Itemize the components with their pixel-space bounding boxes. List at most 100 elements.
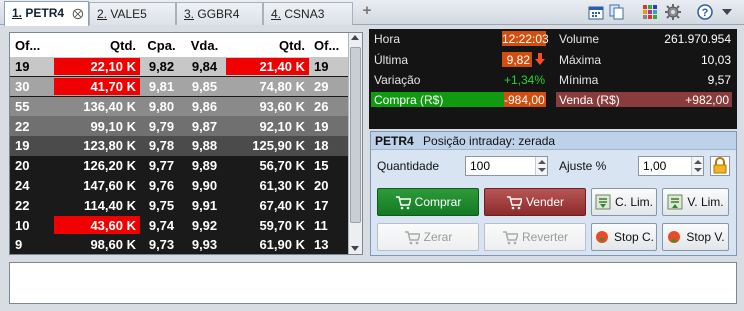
book-scrollbar[interactable] bbox=[348, 33, 362, 254]
book-cell-sell-price: 9,88 bbox=[191, 138, 218, 154]
quantity-stepper[interactable] bbox=[535, 157, 547, 175]
book-cell-buy-price: 9,78 bbox=[148, 138, 175, 154]
book-cell-qty-buy: 43,60 K bbox=[54, 216, 140, 234]
stop-buy-button[interactable]: Stop C. bbox=[591, 223, 657, 251]
scroll-thumb[interactable] bbox=[350, 47, 361, 223]
tab-label: CSNA3 bbox=[284, 7, 325, 21]
cart-icon bbox=[395, 194, 412, 210]
header-offers-sell[interactable]: Of... bbox=[309, 33, 349, 57]
copy-icon[interactable] bbox=[609, 4, 625, 20]
book-cell-qty-buy: 22,10 K bbox=[54, 58, 140, 76]
ajuste-input[interactable]: 1,00 bbox=[638, 156, 704, 176]
lock-icon[interactable] bbox=[710, 156, 730, 176]
book-cell-buy-price: 9,76 bbox=[148, 177, 175, 193]
book-cell-sell-price: 9,87 bbox=[191, 118, 218, 134]
tab-label: GGBR4 bbox=[197, 7, 240, 21]
header-offers-buy[interactable]: Of... bbox=[10, 33, 54, 57]
book-cell-sell-price: 9,93 bbox=[191, 237, 218, 253]
volume-value: 261.970.954 bbox=[664, 32, 731, 46]
grid-icon[interactable] bbox=[642, 4, 658, 20]
tab-petr4[interactable]: 1. PETR4 ⨂ bbox=[4, 1, 89, 26]
book-cell-offers-buy: 22 bbox=[15, 118, 30, 134]
book-cell-qty-buy: 41,70 K bbox=[54, 77, 140, 96]
book-cell-offers-buy: 19 bbox=[15, 138, 30, 154]
maxima-value: 10,03 bbox=[700, 53, 731, 67]
book-row[interactable]: 10 43,60 K 9,74 9,92 59,70 K 11 bbox=[10, 215, 349, 235]
book-cell-sell-price: 9,90 bbox=[191, 177, 218, 193]
add-tab-icon[interactable]: + bbox=[360, 3, 374, 18]
stop-buy-label: Stop C. bbox=[613, 230, 655, 244]
book-cell-qty-buy: 136,40 K bbox=[83, 98, 136, 114]
limit-buy-icon bbox=[595, 194, 611, 210]
scroll-down-icon[interactable] bbox=[351, 246, 359, 251]
book-row[interactable]: 22 114,40 K 9,75 9,91 67,40 K 17 bbox=[10, 195, 349, 215]
order-header: PETR4 Posição intraday: zerada bbox=[371, 132, 736, 150]
buy-limit-label: C. Lim. bbox=[614, 195, 653, 209]
book-row[interactable]: 19 22,10 K 9,82 9,84 21,40 K 19 bbox=[10, 57, 349, 77]
book-cell-offers-buy: 55 bbox=[15, 98, 30, 114]
book-row[interactable]: 20 126,20 K 9,77 9,89 56,70 K 15 bbox=[10, 156, 349, 176]
venda-bar: Venda (R$) +982,00 bbox=[556, 92, 732, 107]
ajuste-stepper[interactable] bbox=[691, 157, 703, 175]
messages-panel[interactable] bbox=[9, 262, 737, 304]
quantity-input[interactable]: 100 bbox=[465, 156, 548, 176]
book-row[interactable]: 30 41,70 K 9,81 9,85 74,80 K 29 bbox=[10, 76, 349, 97]
book-cell-sell-price: 9,86 bbox=[191, 98, 218, 114]
book-header: Of... Qtd. Cpa. Vda. Qtd. Of... bbox=[10, 33, 349, 57]
compra-value: -984,00 bbox=[504, 92, 546, 107]
stop-sell-label: Stop V. bbox=[686, 230, 725, 244]
tab-vale5[interactable]: 2. VALE5 bbox=[89, 2, 176, 25]
book-cell-offers-sell: 13 bbox=[314, 237, 329, 253]
tab-ggbr4[interactable]: 3. GGBR4 bbox=[176, 2, 263, 25]
help-icon[interactable]: ? bbox=[697, 4, 713, 20]
header-qty-buy[interactable]: Qtd. bbox=[54, 33, 140, 57]
maxima-label: Máxima bbox=[559, 53, 602, 67]
compra-label: Compra (R$) bbox=[374, 93, 444, 107]
book-cell-qty-buy: 147,60 K bbox=[83, 177, 136, 193]
buy-button[interactable]: Comprar bbox=[377, 188, 479, 216]
sell-button[interactable]: Vender bbox=[484, 188, 586, 216]
buy-limit-button[interactable]: C. Lim. bbox=[591, 188, 657, 216]
book-cell-qty-sell: 61,30 K bbox=[259, 177, 305, 193]
zerar-button[interactable]: Zerar bbox=[377, 223, 479, 251]
header-qty-sell[interactable]: Qtd. bbox=[226, 33, 309, 57]
scroll-up-icon[interactable] bbox=[351, 35, 359, 40]
sell-limit-button[interactable]: V. Lim. bbox=[662, 188, 729, 216]
close-icon[interactable]: ⨂ bbox=[72, 7, 83, 20]
order-panel: PETR4 Posição intraday: zerada Quantidad… bbox=[370, 131, 737, 256]
reverter-label: Reverter bbox=[521, 230, 568, 244]
sell-limit-label: V. Lim. bbox=[687, 195, 724, 209]
book-cell-offers-sell: 19 bbox=[314, 59, 329, 75]
book-cell-offers-sell: 20 bbox=[314, 177, 329, 193]
book-cell-qty-sell: 93,60 K bbox=[259, 98, 305, 114]
book-cell-offers-buy: 22 bbox=[15, 197, 30, 213]
book-cell-sell-price: 9,84 bbox=[191, 59, 218, 75]
tab-csna3[interactable]: 4. CSNA3 bbox=[263, 2, 353, 25]
book-row[interactable]: 22 99,10 K 9,79 9,87 92,10 K 19 bbox=[10, 116, 349, 136]
variacao-label: Variação bbox=[374, 73, 421, 87]
dropdown-icon[interactable] bbox=[719, 4, 735, 20]
book-cell-offers-sell: 26 bbox=[314, 98, 329, 114]
book-cell-offers-sell: 18 bbox=[314, 138, 329, 154]
venda-value: +982,00 bbox=[685, 93, 729, 107]
book-row[interactable]: 24 147,60 K 9,76 9,90 61,30 K 20 bbox=[10, 175, 349, 196]
order-symbol: PETR4 bbox=[375, 134, 414, 148]
book-row[interactable]: 19 123,80 K 9,78 9,88 125,90 K 18 bbox=[10, 136, 349, 156]
tab-number: 4. bbox=[271, 7, 282, 21]
book-cell-qty-buy: 126,20 K bbox=[83, 158, 136, 174]
tab-number: 2. bbox=[97, 7, 108, 21]
header-buy-price[interactable]: Cpa. bbox=[140, 33, 183, 57]
book-row[interactable]: 9 98,60 K 9,73 9,93 61,90 K 13 bbox=[10, 235, 349, 254]
book-cell-sell-price: 9,92 bbox=[191, 217, 218, 233]
book-cell-buy-price: 9,73 bbox=[148, 237, 175, 253]
book-cell-qty-sell: 67,40 K bbox=[259, 197, 305, 213]
book-row[interactable]: 55 136,40 K 9,80 9,86 93,60 K 26 bbox=[10, 96, 349, 116]
book-cell-offers-buy: 24 bbox=[15, 177, 30, 193]
header-sell-price[interactable]: Vda. bbox=[183, 33, 226, 57]
book-cell-sell-price: 9,91 bbox=[191, 197, 218, 213]
book-cell-offers-buy: 9 bbox=[15, 237, 23, 253]
calendar-icon[interactable] bbox=[588, 4, 604, 20]
reverter-button[interactable]: Reverter bbox=[484, 223, 586, 251]
gear-icon[interactable] bbox=[665, 4, 681, 20]
stop-sell-button[interactable]: Stop V. bbox=[662, 223, 729, 251]
